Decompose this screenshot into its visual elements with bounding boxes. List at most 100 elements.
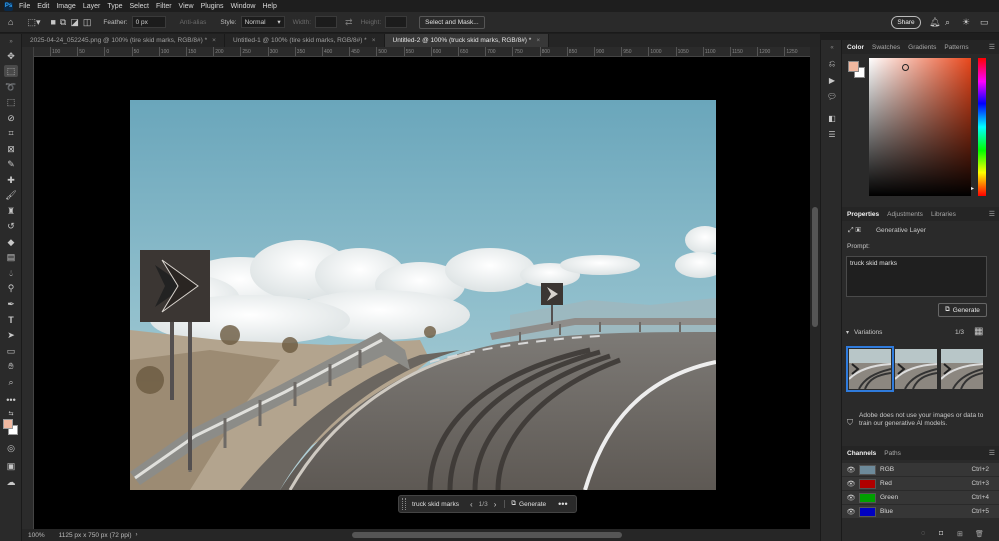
color-field[interactable] xyxy=(869,58,971,196)
feather-input[interactable]: 0 px xyxy=(131,16,166,28)
style-select[interactable]: Normal ▾ xyxy=(240,16,285,28)
intersect-selection-icon[interactable]: ◫ xyxy=(83,17,92,28)
zoom-tool-icon[interactable]: ⌕ xyxy=(4,376,18,388)
menu-window[interactable]: Window xyxy=(231,3,256,10)
tab-color[interactable]: Color xyxy=(847,44,864,51)
marquee-preset-icon[interactable]: ⬚▾ xyxy=(27,17,40,28)
grid-view-icon[interactable]: ▦ xyxy=(974,326,983,337)
menu-type[interactable]: Type xyxy=(107,3,122,10)
new-selection-icon[interactable]: ■ xyxy=(50,17,55,27)
height-input[interactable] xyxy=(385,16,408,28)
lasso-tool-icon[interactable]: ➰ xyxy=(4,81,18,93)
channel-row-blue[interactable]: 👁︎ Blue Ctrl+5 xyxy=(842,505,999,519)
vertical-scrollbar[interactable] xyxy=(810,47,820,529)
eye-icon[interactable]: 👁︎ xyxy=(845,494,857,502)
comments-icon[interactable]: 💬︎ xyxy=(826,90,838,102)
collapse-panels-icon[interactable]: « xyxy=(826,42,838,54)
history-icon[interactable]: ⎌ xyxy=(826,58,838,70)
crop-tool-icon[interactable]: ⌗ xyxy=(4,127,18,139)
rectangular-marquee-tool-icon[interactable]: ⬚ xyxy=(4,65,18,77)
panel-menu-icon[interactable]: ☰ xyxy=(989,449,995,457)
tab-gradients[interactable]: Gradients xyxy=(908,44,936,51)
eye-icon[interactable]: 👁︎ xyxy=(845,480,857,488)
actions-play-icon[interactable]: ▶ xyxy=(826,74,838,86)
tab-properties[interactable]: Properties xyxy=(847,211,879,218)
tab-paths[interactable]: Paths xyxy=(884,450,901,457)
swap-icon[interactable]: ⇄ xyxy=(345,17,353,28)
path-selection-tool-icon[interactable]: ➤ xyxy=(4,329,18,341)
eraser-tool-icon[interactable]: ◆ xyxy=(4,236,18,248)
variation-thumbnail-2[interactable] xyxy=(895,349,937,389)
eye-icon[interactable]: 👁︎ xyxy=(845,508,857,516)
screen-mode-icon[interactable]: ▣ xyxy=(4,460,18,472)
eyedropper-tool-icon[interactable]: ✎ xyxy=(4,158,18,170)
antialias-checkbox[interactable]: Anti-alias xyxy=(180,19,207,26)
channel-row-green[interactable]: 👁︎ Green Ctrl+4 xyxy=(842,491,999,505)
discover-icon[interactable]: ☀︎ xyxy=(962,17,970,28)
horizontal-scrollbar[interactable] xyxy=(352,532,622,538)
close-icon[interactable]: × xyxy=(536,37,540,44)
frame-tool-icon[interactable]: ⊠ xyxy=(4,143,18,155)
swap-colors-icon[interactable]: ⇆ xyxy=(4,407,18,419)
document-image[interactable] xyxy=(130,100,716,490)
libraries-icon[interactable]: ◧ xyxy=(826,112,838,124)
menu-image[interactable]: Image xyxy=(56,3,75,10)
tab-adjustments[interactable]: Adjustments xyxy=(887,211,923,218)
brush-tool-icon[interactable]: 🖌︎ xyxy=(4,189,18,201)
blur-tool-icon[interactable]: 💧︎ xyxy=(4,267,18,279)
add-selection-icon[interactable]: ⧉ xyxy=(60,17,66,28)
rectangle-tool-icon[interactable]: ▭ xyxy=(4,345,18,357)
generate-button[interactable]: ⧉ Generate xyxy=(938,303,987,317)
menu-help[interactable]: Help xyxy=(262,3,276,10)
context-generate-button[interactable]: ⧉ Generate xyxy=(504,500,546,508)
hue-slider-marker[interactable]: ▸ xyxy=(971,185,974,192)
horizontal-ruler[interactable]: 100 50 0 50 100 150 200 250 300 350 400 450 500 550 60… xyxy=(34,47,820,57)
gradient-tool-icon[interactable]: ▤ xyxy=(4,251,18,263)
menu-view[interactable]: View xyxy=(179,3,194,10)
toolbar-collapse-icon[interactable]: » xyxy=(4,36,18,48)
foreground-color-swatch[interactable] xyxy=(848,61,859,72)
variation-thumbnail-3[interactable] xyxy=(941,349,983,389)
chevron-left-icon[interactable]: ‹ xyxy=(470,500,473,509)
channel-row-rgb[interactable]: 👁︎ RGB Ctrl+2 xyxy=(842,463,999,477)
tab-document-2[interactable]: Untitled-1 @ 100% (tire skid marks, RGB/… xyxy=(225,34,385,47)
chevron-right-icon[interactable]: › xyxy=(136,532,138,538)
menu-plugins[interactable]: Plugins xyxy=(201,3,224,10)
workspace-icon[interactable]: ▭ xyxy=(980,17,989,28)
type-tool-icon[interactable]: T xyxy=(4,314,18,326)
close-icon[interactable]: × xyxy=(212,37,216,44)
panel-menu-icon[interactable]: ☰ xyxy=(989,210,995,218)
share-button[interactable]: Share xyxy=(891,16,921,29)
select-and-mask-button[interactable]: Select and Mask... xyxy=(419,15,485,29)
new-channel-icon[interactable]: ⊞ xyxy=(957,530,963,538)
clone-stamp-tool-icon[interactable]: ♜ xyxy=(4,205,18,217)
load-selection-icon[interactable]: ◌ xyxy=(921,530,925,537)
quick-selection-tool-icon[interactable]: ⊘ xyxy=(4,112,18,124)
home-icon[interactable]: ⌂ xyxy=(8,17,13,27)
chevron-right-icon[interactable]: › xyxy=(494,500,497,509)
move-tool-icon[interactable]: ✥ xyxy=(4,50,18,62)
tab-document-3[interactable]: Untitled-2 @ 100% (truck skid marks, RGB… xyxy=(384,34,550,47)
pen-tool-icon[interactable]: ✒ xyxy=(4,298,18,310)
document-info[interactable]: 1125 px x 750 px (72 ppi) xyxy=(59,532,132,539)
menu-file[interactable]: File xyxy=(19,3,30,10)
object-selection-tool-icon[interactable]: ⬚ xyxy=(4,96,18,108)
hue-slider[interactable] xyxy=(978,58,986,196)
prompt-input[interactable]: truck skid marks xyxy=(846,256,987,297)
zoom-level[interactable]: 100% xyxy=(28,532,45,539)
chevron-down-icon[interactable]: ▾ xyxy=(846,329,849,336)
context-prompt-field[interactable]: truck skid marks xyxy=(412,501,466,508)
subtract-selection-icon[interactable]: ◪ xyxy=(70,17,79,28)
color-picker-cursor[interactable] xyxy=(902,64,909,71)
tab-document-1[interactable]: 2025-04-24_052245.png @ 100% (tire skid … xyxy=(22,34,225,47)
more-tools-icon[interactable]: ••• xyxy=(4,394,18,406)
search-icon[interactable]: ⌕ xyxy=(945,17,950,28)
dodge-tool-icon[interactable]: ⚲ xyxy=(4,282,18,294)
width-input[interactable] xyxy=(315,16,338,28)
menu-edit[interactable]: Edit xyxy=(37,3,49,10)
variation-thumbnail-1[interactable] xyxy=(846,346,894,392)
panel-menu-icon[interactable]: ☰ xyxy=(989,43,995,51)
menu-layer[interactable]: Layer xyxy=(83,3,101,10)
quick-mask-icon[interactable]: ◎ xyxy=(4,442,18,454)
tab-channels[interactable]: Channels xyxy=(847,450,876,457)
